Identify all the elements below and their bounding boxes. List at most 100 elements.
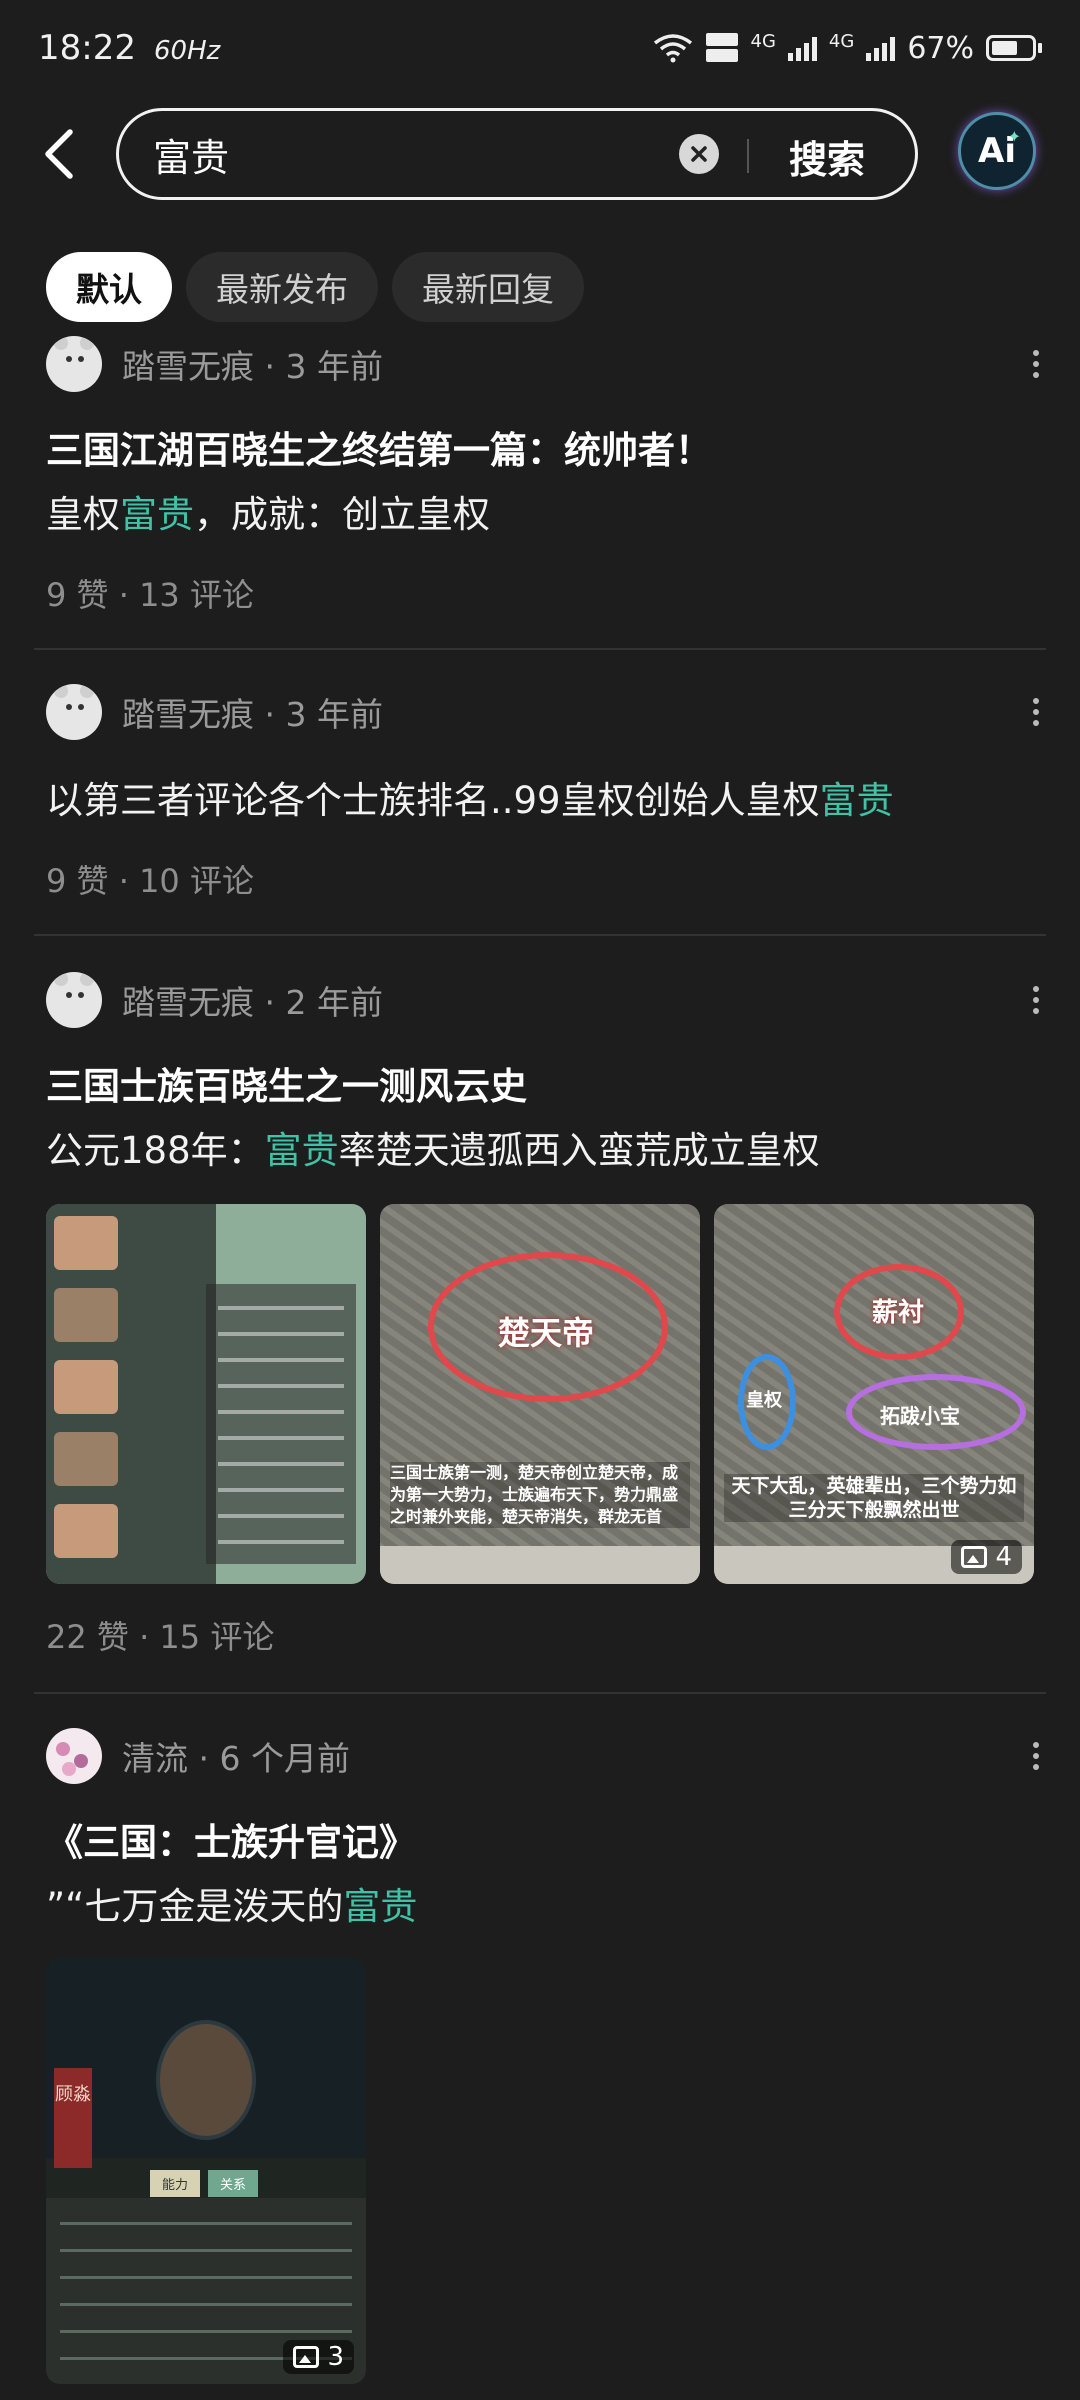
battery-icon xyxy=(986,35,1042,61)
highlighted-keyword: 富贵 xyxy=(264,1129,339,1172)
body-text: ”“七万金是泼天的 xyxy=(46,1885,344,1928)
wifi-icon xyxy=(653,34,692,63)
post-item[interactable]: 踏雪无痕 · 3 年前 三国江湖百晓生之终结第一篇：统帅者！ 皇权富贵，成就：创… xyxy=(0,334,1080,650)
filter-latest-posted[interactable]: 最新发布 xyxy=(186,252,378,322)
image-caption: 三国士族第一测，楚天帝创立楚天帝，成为第一大势力，士族遍布天下，势力鼎盛之时兼外… xyxy=(390,1462,690,1528)
map-label: 楚天帝 xyxy=(498,1314,595,1352)
status-left: 18:22 60Hz xyxy=(38,28,220,68)
post-body: 以第三者评论各个士族排名..99皇权创始人皇权富贵 xyxy=(46,770,894,824)
post-item[interactable]: 清流 · 6 个月前 《三国：士族升官记》 ”“七万金是泼天的富贵 xyxy=(0,1726,1080,1956)
post-title: 《三国：士族升官记》 xyxy=(46,1821,416,1864)
author-meta: 踏雪无痕 · 3 年前 xyxy=(122,695,383,734)
map-label: 皇权 xyxy=(746,1390,782,1411)
avatar[interactable] xyxy=(46,1728,102,1784)
battery-percent: 67% xyxy=(907,30,974,66)
hd-icon xyxy=(705,33,738,62)
image-icon xyxy=(961,1546,988,1568)
filter-tabs: 默认 最新发布 最新回复 xyxy=(46,252,584,322)
back-button[interactable] xyxy=(34,124,90,184)
image-count: 3 xyxy=(327,2342,344,2372)
highlighted-keyword: 富贵 xyxy=(120,493,194,536)
like-count: 22 赞 xyxy=(46,1618,129,1656)
body-text: 率楚天遗孤西入蛮荒成立皇权 xyxy=(338,1129,820,1172)
close-icon xyxy=(691,146,707,162)
map-label: 薪衬 xyxy=(872,1298,925,1328)
status-right: 4G 4G 67% xyxy=(653,30,1042,66)
author-name: 踏雪无痕 xyxy=(122,983,254,1022)
avatar[interactable] xyxy=(46,336,102,392)
like-count: 9 赞 xyxy=(46,862,109,900)
post-stats: 22 赞 · 15 评论 xyxy=(46,1618,275,1656)
search-button[interactable]: 搜索 xyxy=(789,129,865,184)
map-label: 拓跋小宝 xyxy=(880,1404,960,1428)
author-name: 踏雪无痕 xyxy=(122,347,254,386)
post-time: 6 个月前 xyxy=(219,1739,350,1778)
post-body: 皇权富贵，成就：创立皇权 xyxy=(46,484,490,538)
network-2-label: 4G xyxy=(828,30,855,52)
post-time: 3 年前 xyxy=(285,695,383,734)
post-author-row: 踏雪无痕 · 2 年前 xyxy=(46,970,383,1030)
post-image-2[interactable]: 楚天帝 三国士族第一测，楚天帝创立楚天帝，成为第一大势力，士族遍布天下，势力鼎盛… xyxy=(380,1204,700,1584)
signal-1-icon xyxy=(787,35,817,61)
post-item[interactable]: 踏雪无痕 · 3 年前 以第三者评论各个士族排名..99皇权创始人皇权富贵 9 … xyxy=(0,682,1080,932)
image-count-badge: 3 xyxy=(283,2340,354,2374)
game-tab: 关系 xyxy=(208,2170,259,2197)
game-tab: 能力 xyxy=(150,2170,201,2197)
post-body: 公元188年：富贵率楚天遗孤西入蛮荒成立皇权 xyxy=(46,1120,820,1174)
status-bar: 18:22 60Hz 4G 4G 67% xyxy=(0,0,1080,96)
more-options-button[interactable] xyxy=(1026,1736,1046,1776)
signal-2-icon xyxy=(866,35,896,61)
author-name: 清流 xyxy=(122,1739,188,1778)
post-author-row: 踏雪无痕 · 3 年前 xyxy=(46,334,383,394)
post-item[interactable]: 踏雪无痕 · 2 年前 三国士族百晓生之一测风云史 公元188年：富贵率楚天遗孤… xyxy=(0,970,1080,1690)
body-text: ，成就：创立皇权 xyxy=(194,493,490,536)
image-count: 4 xyxy=(995,1542,1012,1572)
clock: 18:22 xyxy=(38,28,136,68)
highlighted-keyword: 富贵 xyxy=(819,779,894,822)
search-input[interactable]: 富贵 xyxy=(153,127,229,182)
post-body: ”“七万金是泼天的富贵 xyxy=(46,1876,417,1930)
network-1-label: 4G xyxy=(750,30,776,52)
post-title: 三国士族百晓生之一测风云史 xyxy=(46,1065,527,1108)
image-icon xyxy=(293,2346,320,2368)
author-meta: 清流 · 6 个月前 xyxy=(122,1739,350,1778)
post-time: 3 年前 xyxy=(285,347,383,386)
comment-count: 10 评论 xyxy=(139,862,254,900)
post-author-row: 踏雪无痕 · 3 年前 xyxy=(46,682,383,742)
filter-default[interactable]: 默认 xyxy=(46,252,172,322)
post-image-1[interactable] xyxy=(46,1204,366,1584)
ai-assistant-button[interactable]: Ai ✦ xyxy=(958,112,1036,190)
author-name: 踏雪无痕 xyxy=(122,695,254,734)
post-title: 三国江湖百晓生之终结第一篇：统帅者！ xyxy=(46,429,712,472)
avatar[interactable] xyxy=(46,684,102,740)
search-row: 富贵 搜索 Ai ✦ xyxy=(0,106,1080,202)
post-time: 2 年前 xyxy=(285,983,383,1022)
comment-count: 13 评论 xyxy=(139,576,254,614)
post-stats: 9 赞 · 10 评论 xyxy=(46,862,254,900)
refresh-rate: 60Hz xyxy=(153,36,221,66)
game-tabs: 能力 关系 xyxy=(150,2170,259,2197)
comment-count: 15 评论 xyxy=(159,1618,275,1656)
author-meta: 踏雪无痕 · 2 年前 xyxy=(122,983,383,1022)
like-count: 9 赞 xyxy=(46,576,109,614)
sparkle-icon: ✦ xyxy=(1007,127,1021,146)
post-stats: 9 赞 · 13 评论 xyxy=(46,576,254,614)
clear-search-button[interactable] xyxy=(679,134,719,174)
divider xyxy=(34,1692,1046,1694)
avatar[interactable] xyxy=(46,972,102,1028)
chevron-left-icon xyxy=(45,129,73,179)
post-image-1[interactable]: 顾淼 能力 关系 3 xyxy=(46,1958,366,2384)
search-divider xyxy=(747,139,749,173)
more-options-button[interactable] xyxy=(1026,980,1046,1020)
body-text: 公元188年： xyxy=(46,1129,265,1172)
search-box[interactable]: 富贵 搜索 xyxy=(116,108,918,200)
post-image-3[interactable]: 薪衬 皇权 拓跋小宝 天下大乱，英雄辈出，三个势力如三分天下般飘然出世 4 xyxy=(714,1204,1034,1584)
highlighted-keyword: 富贵 xyxy=(343,1885,418,1928)
character-name-tag: 顾淼 xyxy=(54,2068,92,2168)
image-caption: 天下大乱，英雄辈出，三个势力如三分天下般飘然出世 xyxy=(724,1474,1024,1522)
post-author-row: 清流 · 6 个月前 xyxy=(46,1726,350,1786)
filter-latest-reply[interactable]: 最新回复 xyxy=(392,252,584,322)
more-options-button[interactable] xyxy=(1026,344,1046,384)
divider xyxy=(34,648,1046,650)
more-options-button[interactable] xyxy=(1026,692,1046,732)
